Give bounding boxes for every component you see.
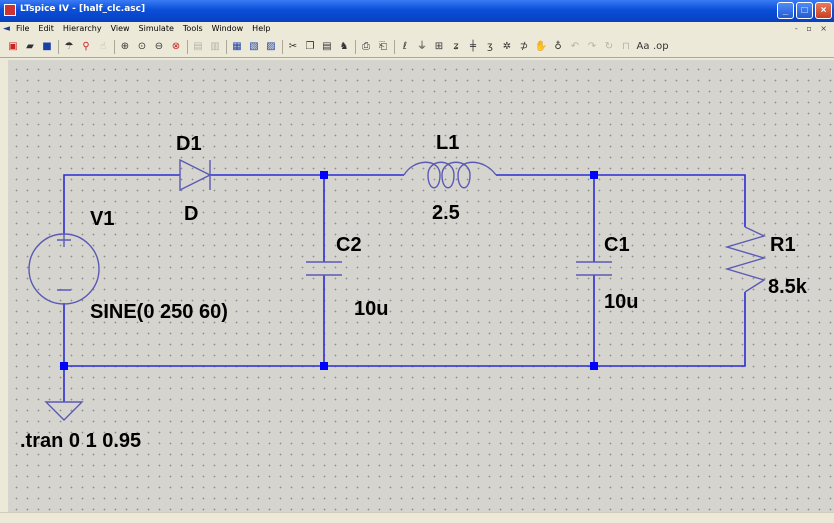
status-bar <box>0 512 834 523</box>
junction-dot <box>320 171 328 179</box>
v1-label[interactable]: V1 <box>90 208 114 230</box>
close-button[interactable]: × <box>815 2 832 19</box>
r1-value[interactable]: 8.5k <box>768 276 808 298</box>
undo-icon[interactable]: ↶ <box>568 40 582 54</box>
document-window-controls[interactable]: - ▫ × <box>795 24 830 33</box>
c1-value[interactable]: 10u <box>604 291 638 313</box>
c2-value[interactable]: 10u <box>354 298 388 320</box>
ground-icon[interactable]: ⏚ <box>415 40 429 54</box>
capacitor-c1[interactable] <box>576 261 612 276</box>
copy-icon[interactable]: ❐ <box>303 40 317 54</box>
voltage-source-v1[interactable] <box>28 233 100 305</box>
inductor-icon[interactable]: ʒ <box>483 40 497 54</box>
schematic-canvas[interactable]: D1 D L1 2.5 V1 SINE(0 250 60) C2 10u C1 … <box>8 60 834 512</box>
redo-icon[interactable]: ↷ <box>585 40 599 54</box>
resistor-r1[interactable] <box>724 226 767 293</box>
menu-window[interactable]: Window <box>212 24 244 33</box>
tile-icon[interactable]: ▥ <box>208 40 222 54</box>
text-icon[interactable]: Aa <box>636 40 650 54</box>
l1-label[interactable]: L1 <box>436 132 459 154</box>
window-title: LTspice IV - [half_clc.asc] <box>20 4 146 14</box>
menu-view[interactable]: View <box>111 24 130 33</box>
spice-directive-icon[interactable]: .op <box>653 40 669 54</box>
pan-icon[interactable]: ⊙ <box>135 40 149 54</box>
c1-label[interactable]: C1 <box>604 234 630 256</box>
junction-dot <box>60 362 68 370</box>
junction-dot <box>590 171 598 179</box>
menu-hierarchy[interactable]: Hierarchy <box>63 24 102 33</box>
print-setup-icon[interactable]: ⎙ <box>359 40 373 54</box>
app-logo-icon <box>4 4 16 16</box>
l1-value[interactable]: 2.5 <box>432 202 460 224</box>
ground-symbol[interactable] <box>44 401 84 421</box>
wire-l1-to-r1[interactable] <box>496 174 746 227</box>
junctions <box>60 171 598 370</box>
component-icon[interactable]: ⊅ <box>517 40 531 54</box>
cut-icon[interactable]: ✂ <box>286 40 300 54</box>
resistor-icon[interactable]: ʑ <box>449 40 463 54</box>
junction-dot <box>320 362 328 370</box>
window-left-border <box>0 58 8 512</box>
wire-v1-to-d1[interactable] <box>63 174 180 235</box>
toolbar: ▣ ▰ ■ ☂ ⚲ ☝ ⊕ ⊙ ⊖ ⊗ ▤ ▥ ▦ ▧ ▨ ✂ ❐ ▤ ♞ ⎙ … <box>0 36 834 58</box>
d1-label[interactable]: D1 <box>176 133 202 155</box>
schematic-drawing[interactable]: D1 D L1 2.5 V1 SINE(0 250 60) C2 10u C1 … <box>8 60 834 512</box>
menu-edit[interactable]: Edit <box>38 24 54 33</box>
move-icon[interactable]: ✋ <box>534 40 548 54</box>
toolbar-separator <box>394 40 395 54</box>
control-panel-icon[interactable]: ☂ <box>62 40 76 54</box>
diode-d1[interactable] <box>179 158 212 192</box>
close-windows-icon[interactable]: ▨ <box>264 40 278 54</box>
d1-value[interactable]: D <box>184 203 198 225</box>
c2-label[interactable]: C2 <box>336 234 362 256</box>
rotate-icon[interactable]: ↻ <box>602 40 616 54</box>
document-icon[interactable]: ◄ <box>3 24 11 34</box>
wires <box>63 174 746 402</box>
zoom-back-icon[interactable]: ⊖ <box>152 40 166 54</box>
toolbar-separator <box>58 40 59 54</box>
components <box>28 158 767 421</box>
title-bar: LTspice IV - [half_clc.asc] _ □ × <box>0 0 834 22</box>
toolbar-separator <box>355 40 356 54</box>
toolbar-separator <box>114 40 115 54</box>
new-schematic-icon[interactable]: ▣ <box>6 40 20 54</box>
v1-value[interactable]: SINE(0 250 60) <box>90 301 228 323</box>
spice-directive[interactable]: .tran 0 1 0.95 <box>20 430 141 452</box>
menu-simulate[interactable]: Simulate <box>139 24 174 33</box>
drag-icon[interactable]: ♁ <box>551 40 565 54</box>
toolbar-separator <box>226 40 227 54</box>
toolbar-separator <box>282 40 283 54</box>
zoom-area-icon[interactable]: ⊕ <box>118 40 132 54</box>
autorange-icon[interactable]: ▤ <box>191 40 205 54</box>
paste-icon[interactable]: ▤ <box>320 40 334 54</box>
save-icon[interactable]: ■ <box>40 40 54 54</box>
menu-help[interactable]: Help <box>252 24 270 33</box>
toolbar-separator <box>187 40 188 54</box>
capacitor-icon[interactable]: ╪ <box>466 40 480 54</box>
r1-label[interactable]: R1 <box>770 234 796 256</box>
wire-icon[interactable]: ℓ <box>398 40 412 54</box>
open-icon[interactable]: ▰ <box>23 40 37 54</box>
diode-icon[interactable]: ✲ <box>500 40 514 54</box>
window-controls: _ □ × <box>777 2 832 19</box>
run-icon[interactable]: ⚲ <box>79 40 93 54</box>
tile-windows-icon[interactable]: ▦ <box>230 40 244 54</box>
capacitor-c2[interactable] <box>306 261 342 276</box>
halt-icon[interactable]: ☝ <box>96 40 110 54</box>
maximize-button[interactable]: □ <box>796 2 813 19</box>
inductor-l1[interactable] <box>403 161 497 189</box>
zoom-fit-icon[interactable]: ⊗ <box>169 40 183 54</box>
minimize-button[interactable]: _ <box>777 2 794 19</box>
junction-dot <box>590 362 598 370</box>
print-icon[interactable]: ⎗ <box>376 40 390 54</box>
menu-file[interactable]: File <box>16 24 29 33</box>
label-net-icon[interactable]: ⊞ <box>432 40 446 54</box>
cascade-windows-icon[interactable]: ▧ <box>247 40 261 54</box>
menu-tools[interactable]: Tools <box>183 24 203 33</box>
mirror-icon[interactable]: ⊓ <box>619 40 633 54</box>
menu-bar: ◄ File Edit Hierarchy View Simulate Tool… <box>0 22 834 36</box>
find-icon[interactable]: ♞ <box>337 40 351 54</box>
